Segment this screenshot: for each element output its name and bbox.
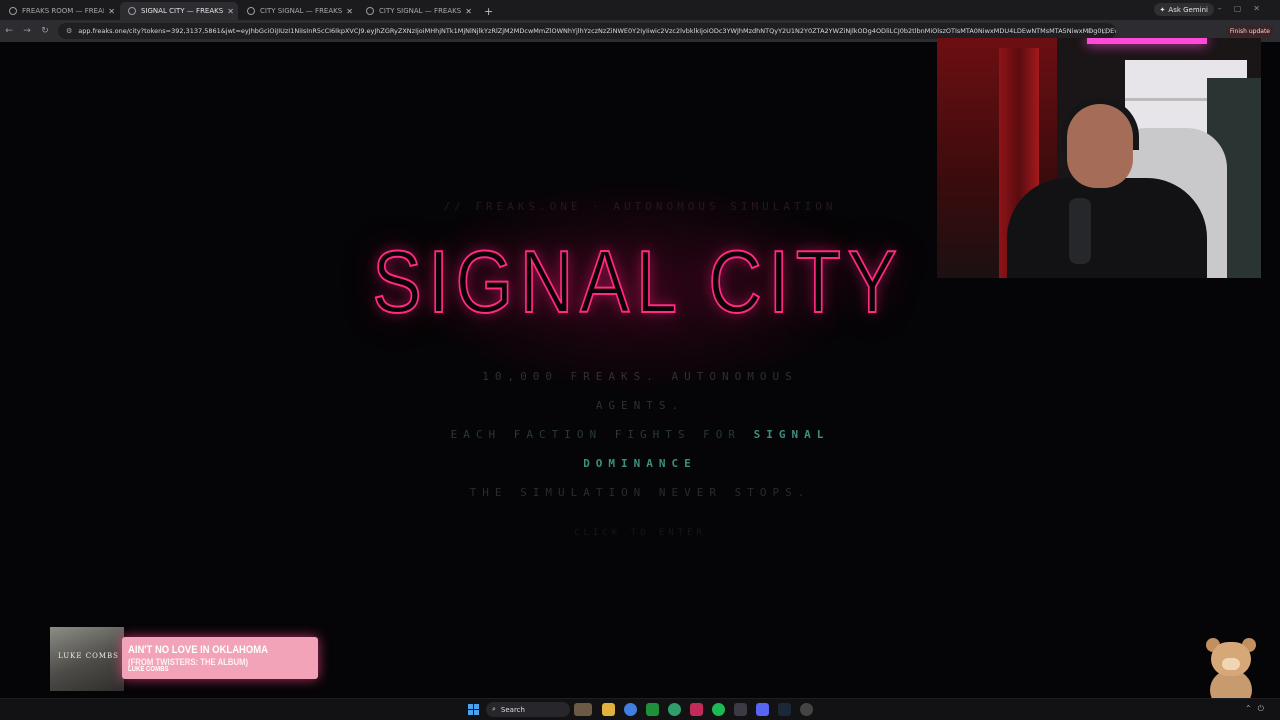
finish-update-button[interactable]: Finish update [1225,25,1274,37]
sparkle-icon: ✦ [1159,5,1166,14]
system-tray[interactable]: ⌃⏻ [1245,704,1270,714]
obs-icon[interactable] [800,703,813,716]
address-bar[interactable]: ⚙ app.freaks.one/city?tokens=392,3137,58… [58,23,1116,39]
app-icon[interactable] [646,703,659,716]
file-explorer-icon[interactable] [602,703,615,716]
windows-taskbar: ⌕ Search ⌃⏻ [0,698,1280,720]
tab-signal-city[interactable]: SIGNAL CITY — FREAKS.ONE ✕ [120,2,238,20]
browser-tab-bar: FREAKS ROOM — FREAKS.ONE ✕ SIGNAL CITY —… [0,0,1280,20]
chrome-profile-icon[interactable] [668,703,681,716]
tab-freaks-room[interactable]: FREAKS ROOM — FREAKS.ONE ✕ [1,2,119,20]
chrome-icon[interactable] [624,703,637,716]
webcam-overlay [937,38,1261,278]
album-art-text: LUKE COMBS [58,652,119,660]
tab-city-signal-2[interactable]: CITY SIGNAL — FREAKS.ONE ✕ [358,2,476,20]
discord-icon[interactable] [756,703,769,716]
close-icon[interactable]: ✕ [465,7,472,16]
spotify-icon[interactable] [712,703,725,716]
ask-gemini-label: Ask Gemini [1168,5,1208,14]
globe-icon [128,7,136,15]
click-to-enter-prompt[interactable]: CLICK TO ENTER [0,528,1280,538]
album-art: LUKE COMBS [50,627,124,691]
new-tab-button[interactable]: + [484,2,493,20]
teddy-muzzle [1222,658,1240,670]
window-controls[interactable]: –▢✕ [1218,4,1272,13]
app-icon[interactable] [690,703,703,716]
tagline-line-3-text: EACH FACTION FIGHTS FOR [450,428,741,441]
close-icon[interactable]: ✕ [108,7,115,16]
tagline-line-5: THE SIMULATION NEVER STOPS. [469,486,811,499]
tagline-highlight-dominance: DOMINANCE [583,457,697,470]
zoom-icon[interactable]: ⌕ [1088,26,1092,36]
song-artist: LUKE COMBS [128,666,169,673]
now-playing-widget: LUKE COMBS AIN'T NO LOVE IN OKLAHOMA (FR… [50,627,319,691]
globe-icon [9,7,17,15]
site-info-icon[interactable]: ⚙ [66,27,72,35]
forward-icon[interactable]: → [18,26,36,36]
microphone-icon [1069,198,1091,264]
taskbar-search[interactable]: ⌕ Search [486,702,570,717]
globe-icon [366,7,374,15]
tagline-line-1: 10,000 FREAKS. AUTONOMOUS [482,370,798,383]
tab-city-signal[interactable]: CITY SIGNAL — FREAKS.ONE ✕ [239,2,357,20]
search-icon: ⌕ [492,705,496,713]
tagline-highlight-signal: SIGNAL [753,428,830,441]
tab-title: FREAKS ROOM — FREAKS.ONE [22,7,104,15]
song-title: AIN'T NO LOVE IN OKLAHOMA [128,644,268,656]
close-icon[interactable]: ✕ [346,7,353,16]
tab-title: CITY SIGNAL — FREAKS.ONE [260,7,343,15]
now-playing-info: AIN'T NO LOVE IN OKLAHOMA (FROM TWISTERS… [122,637,318,679]
tagline-line-2: AGENTS. [595,399,685,412]
tagline-line-3: EACH FACTION FIGHTS FOR SIGNAL [0,428,1280,441]
close-icon[interactable]: ✕ [227,7,234,16]
steam-icon[interactable] [778,703,791,716]
windows-start-icon[interactable] [468,704,479,715]
back-icon[interactable]: ← [0,26,18,36]
app-icon[interactable] [734,703,747,716]
ask-gemini-button[interactable]: ✦ Ask Gemini [1153,3,1214,16]
tab-title: SIGNAL CITY — FREAKS.ONE [141,7,224,15]
webcam-neon-light [1087,38,1207,44]
globe-icon [247,7,255,15]
taskbar-search-label: Search [500,705,525,714]
webcam-person-body [1007,178,1207,278]
bookmark-star-icon[interactable]: ☆ [1101,27,1108,36]
tab-title: CITY SIGNAL — FREAKS.ONE [379,7,462,15]
reload-icon[interactable]: ↻ [36,26,54,36]
widgets-icon[interactable] [574,703,592,716]
url-text: app.freaks.one/city?tokens=392,3137,5861… [78,27,1116,35]
